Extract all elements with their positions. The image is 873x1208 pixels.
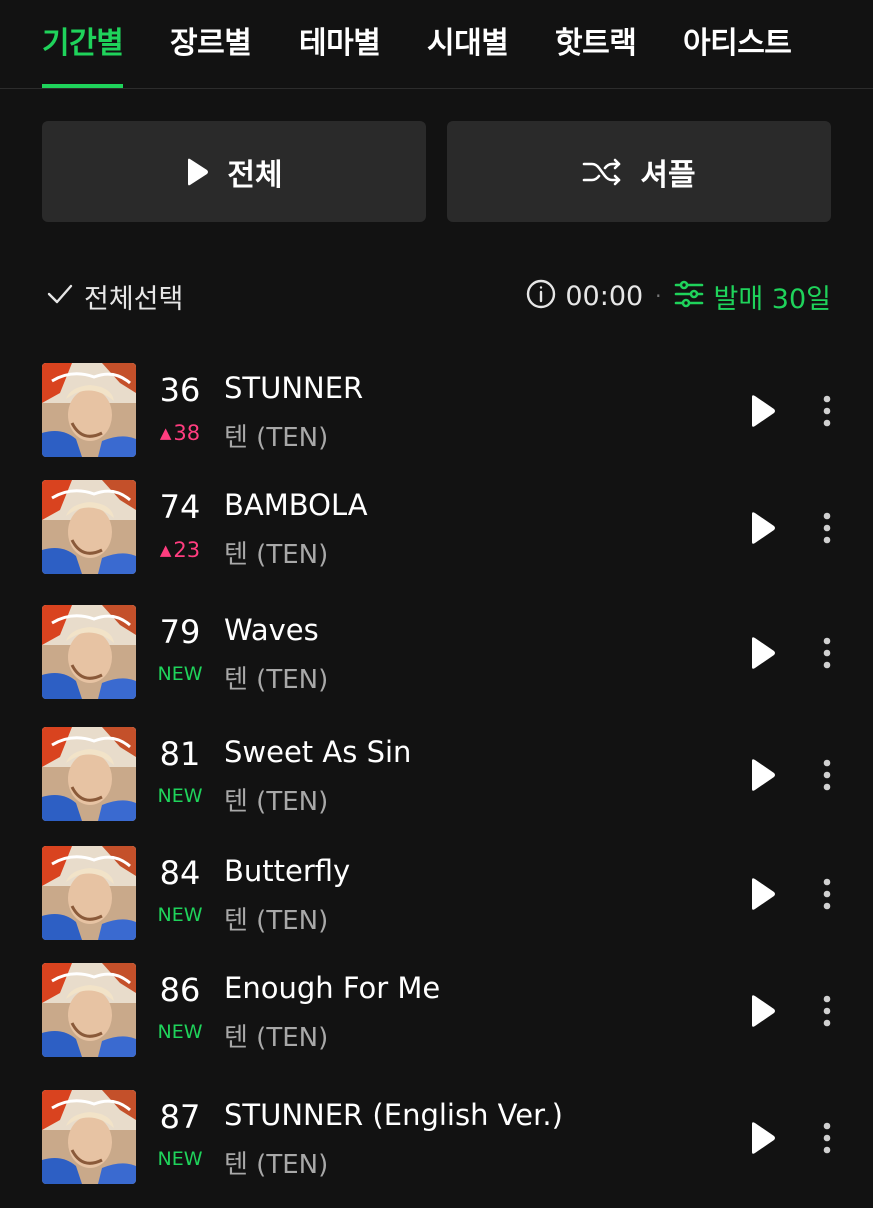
rank-number: 79 xyxy=(159,613,201,651)
more-vertical-icon[interactable] xyxy=(814,1118,840,1158)
rank-change: NEW xyxy=(157,785,203,807)
rank-change: NEW xyxy=(157,904,203,926)
track-title: STUNNER (English Ver.) xyxy=(224,1098,563,1132)
check-icon xyxy=(46,282,74,310)
track-artist[interactable]: 텐 (TEN) xyxy=(224,781,328,818)
track-artist[interactable]: 텐 (TEN) xyxy=(224,534,328,571)
play-icon[interactable] xyxy=(745,755,779,795)
play-icon[interactable] xyxy=(745,391,779,431)
rank-number: 36 xyxy=(159,371,201,409)
album-cover[interactable] xyxy=(42,963,136,1057)
separator-dot: · xyxy=(655,284,662,308)
track-row[interactable]: 84 NEW Butterfly 텐 (TEN) xyxy=(0,846,873,964)
more-vertical-icon[interactable] xyxy=(814,874,840,914)
album-cover[interactable] xyxy=(42,480,136,574)
tab-period[interactable]: 기간별 xyxy=(42,18,124,88)
rank-number: 74 xyxy=(159,488,201,526)
track-title: BAMBOLA xyxy=(224,488,368,522)
track-title: Waves xyxy=(224,613,319,647)
track-row[interactable]: 81 NEW Sweet As Sin 텐 (TEN) xyxy=(0,727,873,845)
play-icon[interactable] xyxy=(745,874,779,914)
play-icon xyxy=(185,158,209,186)
shuffle-button[interactable]: 셔플 xyxy=(447,121,831,222)
more-vertical-icon[interactable] xyxy=(814,508,840,548)
rank-change: NEW xyxy=(157,1021,203,1043)
release-filter-button[interactable]: 발매 30일 xyxy=(674,277,831,316)
track-row[interactable]: 79 NEW Waves 텐 (TEN) xyxy=(0,605,873,723)
rank-number: 86 xyxy=(159,971,201,1009)
track-title: STUNNER xyxy=(224,371,364,405)
play-all-label: 전체 xyxy=(227,157,283,193)
rank-change-value: 23 xyxy=(173,538,201,562)
play-icon[interactable] xyxy=(745,633,779,673)
more-vertical-icon[interactable] xyxy=(814,991,840,1031)
track-artist[interactable]: 텐 (TEN) xyxy=(224,900,328,937)
select-all-label: 전체선택 xyxy=(84,283,184,315)
track-artist[interactable]: 텐 (TEN) xyxy=(224,1144,328,1181)
tab-genre[interactable]: 장르별 xyxy=(170,18,252,88)
rank-change: ▲38 xyxy=(140,421,220,445)
play-icon[interactable] xyxy=(745,991,779,1031)
category-tabs: 기간별 장르별 테마별 시대별 핫트랙 아티스트 xyxy=(0,0,873,89)
album-cover[interactable] xyxy=(42,846,136,940)
shuffle-label: 셔플 xyxy=(640,157,696,193)
rank-number: 81 xyxy=(159,735,201,773)
track-artist[interactable]: 텐 (TEN) xyxy=(224,417,328,454)
album-cover[interactable] xyxy=(42,605,136,699)
more-vertical-icon[interactable] xyxy=(814,633,840,673)
shuffle-icon xyxy=(582,158,622,186)
release-filter-label: 발매 30일 xyxy=(713,283,831,315)
rank-change: NEW xyxy=(157,663,203,685)
play-icon[interactable] xyxy=(745,508,779,548)
rank-up-icon: ▲ xyxy=(159,541,172,559)
track-row[interactable]: 86 NEW Enough For Me 텐 (TEN) xyxy=(0,963,873,1081)
track-row[interactable]: 74 ▲23 BAMBOLA 텐 (TEN) xyxy=(0,480,873,598)
album-cover[interactable] xyxy=(42,363,136,457)
track-artist[interactable]: 텐 (TEN) xyxy=(224,659,328,696)
rank-change: NEW xyxy=(157,1148,203,1170)
track-artist[interactable]: 텐 (TEN) xyxy=(224,1017,328,1054)
more-vertical-icon[interactable] xyxy=(814,391,840,431)
rank-number: 84 xyxy=(159,854,201,892)
track-title: Butterfly xyxy=(224,854,351,888)
tab-artist[interactable]: 아티스트 xyxy=(683,18,792,88)
track-title: Sweet As Sin xyxy=(224,735,412,769)
tab-era[interactable]: 시대별 xyxy=(427,18,509,88)
album-cover[interactable] xyxy=(42,727,136,821)
more-vertical-icon[interactable] xyxy=(814,755,840,795)
info-icon[interactable] xyxy=(525,278,557,314)
sliders-icon xyxy=(674,280,704,312)
rank-change: ▲23 xyxy=(140,538,220,562)
track-row[interactable]: 36 ▲38 STUNNER 텐 (TEN) xyxy=(0,363,873,481)
list-tools: 00:00 · 발매 30일 xyxy=(525,274,831,318)
rank-number: 87 xyxy=(159,1098,201,1136)
rank-change-value: 38 xyxy=(173,421,201,445)
album-cover[interactable] xyxy=(42,1090,136,1184)
total-duration: 00:00 xyxy=(565,280,644,312)
select-all-button[interactable]: 전체선택 xyxy=(46,274,183,318)
track-row[interactable]: 87 NEW STUNNER (English Ver.) 텐 (TEN) xyxy=(0,1090,873,1208)
tab-hot-track[interactable]: 핫트랙 xyxy=(555,18,637,88)
rank-up-icon: ▲ xyxy=(159,424,172,442)
play-icon[interactable] xyxy=(745,1118,779,1158)
play-all-button[interactable]: 전체 xyxy=(42,121,426,222)
track-title: Enough For Me xyxy=(224,971,441,1005)
tab-theme[interactable]: 테마별 xyxy=(299,18,381,88)
